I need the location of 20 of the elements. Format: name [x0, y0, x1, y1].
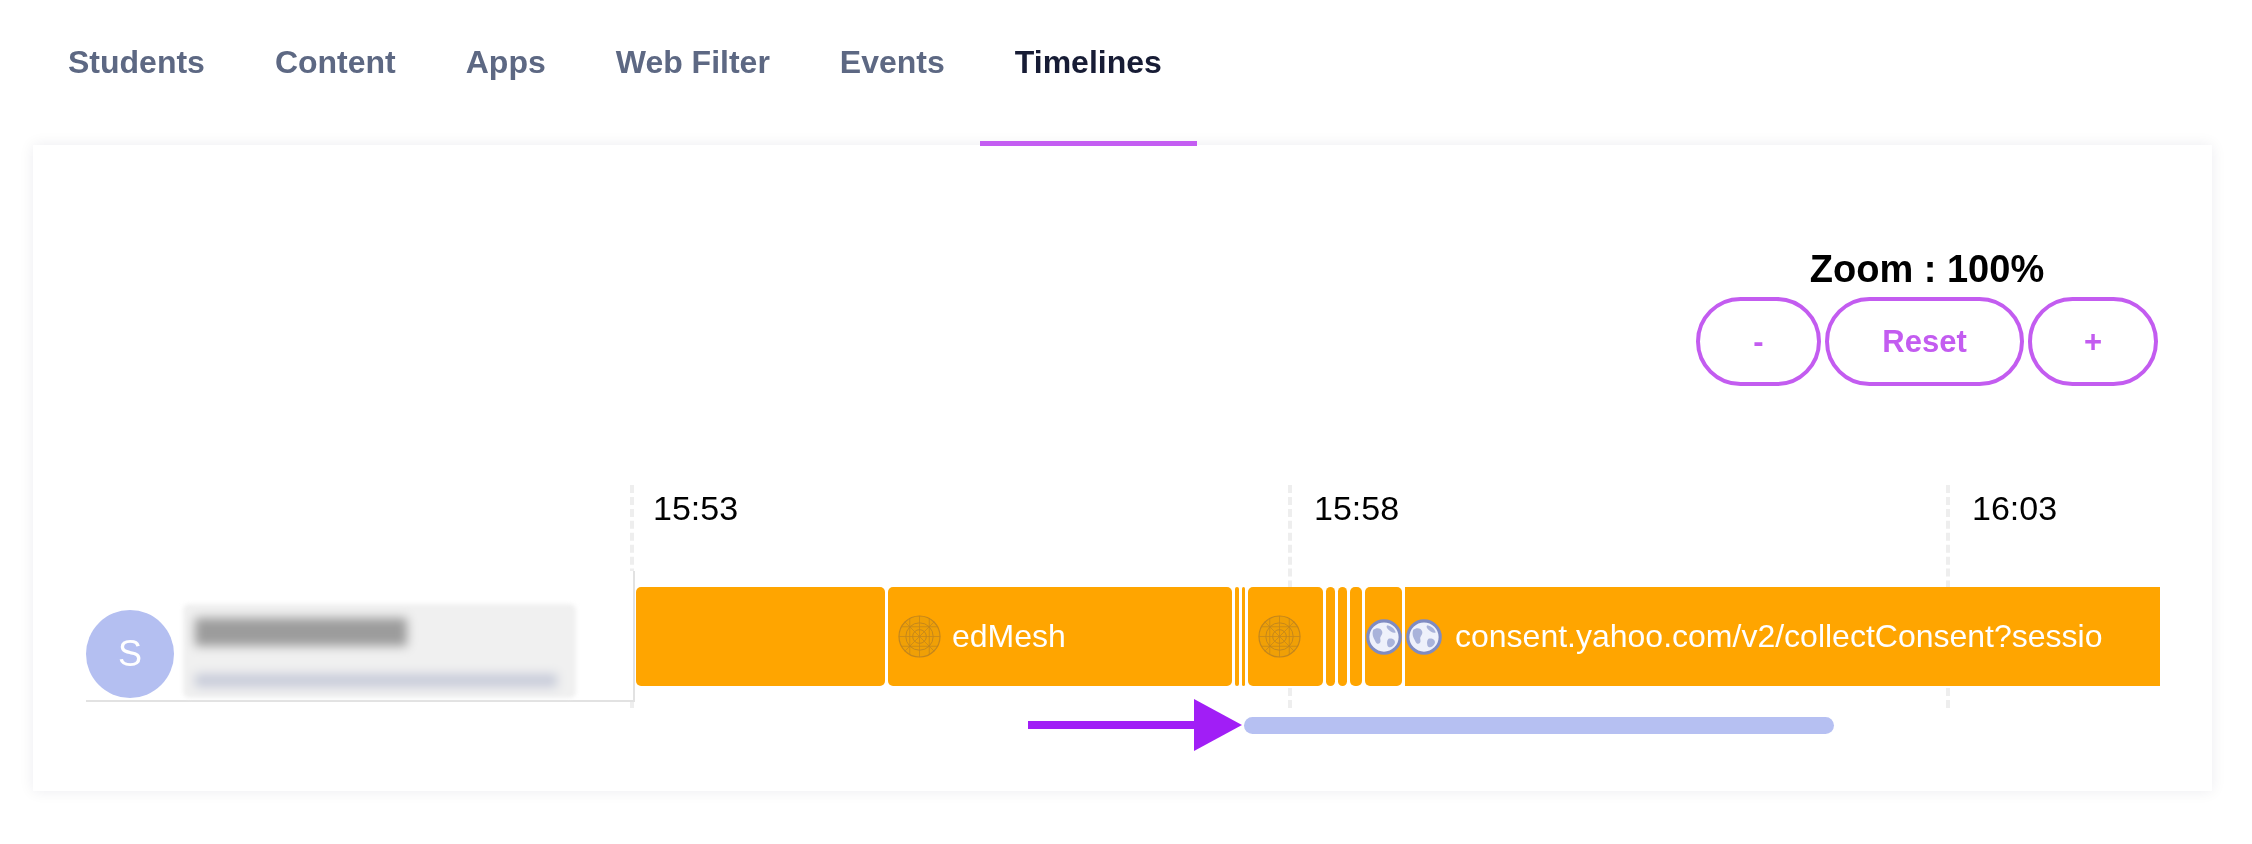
- grid-circle-icon: [1258, 615, 1301, 658]
- reset-zoom-button[interactable]: Reset: [1825, 297, 2024, 386]
- tab[interactable]: Apps: [430, 0, 581, 146]
- zoom-label: Zoom : 100%: [1809, 247, 2045, 292]
- tab[interactable]: Web Filter: [580, 0, 805, 146]
- tab[interactable]: Events: [804, 0, 980, 146]
- scrollbar-thumb[interactable]: [1244, 717, 1834, 734]
- segment-label: consent.yahoo.com/v2/collectConsent?sessio: [1455, 618, 2103, 655]
- globe-icon: [1406, 618, 1442, 655]
- tab[interactable]: Students: [33, 0, 240, 146]
- time-label: 15:58: [1314, 488, 1400, 528]
- grid-circle-icon: [898, 615, 941, 658]
- time-label: 15:53: [653, 488, 739, 528]
- globe-icon: [1366, 618, 1402, 655]
- segment-label: edMesh: [952, 618, 1066, 655]
- time-label: 16:03: [1972, 488, 2058, 528]
- zoom-in-button[interactable]: +: [2028, 297, 2158, 386]
- zoom-out-button[interactable]: -: [1696, 297, 1821, 386]
- tab[interactable]: Content: [239, 0, 431, 146]
- avatar: S: [86, 610, 174, 698]
